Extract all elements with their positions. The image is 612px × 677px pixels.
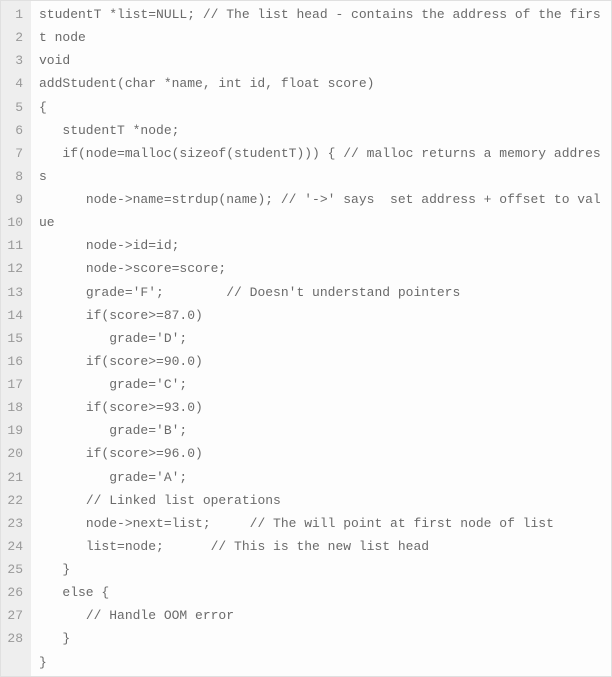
code-line: grade='C'; (39, 373, 607, 396)
line-number-gutter: 1234567891011121314151617181920212223242… (1, 1, 31, 676)
code-line: list=node; // This is the new list head (39, 535, 607, 558)
code-line: node->score=score; (39, 257, 607, 280)
code-line: node->next=list; // The will point at fi… (39, 512, 607, 535)
line-number: 10 (5, 211, 23, 234)
line-number: 20 (5, 442, 23, 465)
code-line: node->name=strdup(name); // '->' says se… (39, 188, 607, 234)
code-line: if(node=malloc(sizeof(studentT))) { // m… (39, 142, 607, 188)
line-number: 6 (5, 119, 23, 142)
code-line: grade='A'; (39, 466, 607, 489)
code-editor: 1234567891011121314151617181920212223242… (0, 0, 612, 677)
line-number: 15 (5, 327, 23, 350)
line-number: 12 (5, 257, 23, 280)
line-number: 2 (5, 26, 23, 49)
code-line: addStudent(char *name, int id, float sco… (39, 72, 607, 95)
code-line: // Linked list operations (39, 489, 607, 512)
line-number: 17 (5, 373, 23, 396)
line-number: 23 (5, 512, 23, 535)
code-line: else { (39, 581, 607, 604)
code-line: if(score>=96.0) (39, 442, 607, 465)
line-number: 19 (5, 419, 23, 442)
code-line: } (39, 627, 607, 650)
line-number: 21 (5, 466, 23, 489)
code-line: studentT *node; (39, 119, 607, 142)
line-number: 18 (5, 396, 23, 419)
line-number: 14 (5, 304, 23, 327)
line-number: 4 (5, 72, 23, 95)
line-number: 7 (5, 142, 23, 165)
line-number: 13 (5, 281, 23, 304)
line-number: 24 (5, 535, 23, 558)
line-number: 27 (5, 604, 23, 627)
code-line: grade='B'; (39, 419, 607, 442)
line-number: 8 (5, 165, 23, 188)
code-line: } (39, 651, 607, 674)
line-number: 9 (5, 188, 23, 211)
code-line: if(score>=90.0) (39, 350, 607, 373)
code-line: // Handle OOM error (39, 604, 607, 627)
code-line: node->id=id; (39, 234, 607, 257)
code-line: grade='F'; // Doesn't understand pointer… (39, 281, 607, 304)
line-number: 3 (5, 49, 23, 72)
line-number: 11 (5, 234, 23, 257)
line-number: 22 (5, 489, 23, 512)
code-line: if(score>=87.0) (39, 304, 607, 327)
code-line: grade='D'; (39, 327, 607, 350)
line-number: 25 (5, 558, 23, 581)
line-number: 28 (5, 627, 23, 650)
code-content[interactable]: studentT *list=NULL; // The list head - … (31, 1, 611, 676)
line-number: 26 (5, 581, 23, 604)
code-line: { (39, 96, 607, 119)
code-line: void (39, 49, 607, 72)
line-number: 1 (5, 3, 23, 26)
line-number: 16 (5, 350, 23, 373)
code-line: } (39, 558, 607, 581)
line-number: 5 (5, 96, 23, 119)
code-line: if(score>=93.0) (39, 396, 607, 419)
code-line: studentT *list=NULL; // The list head - … (39, 3, 607, 49)
